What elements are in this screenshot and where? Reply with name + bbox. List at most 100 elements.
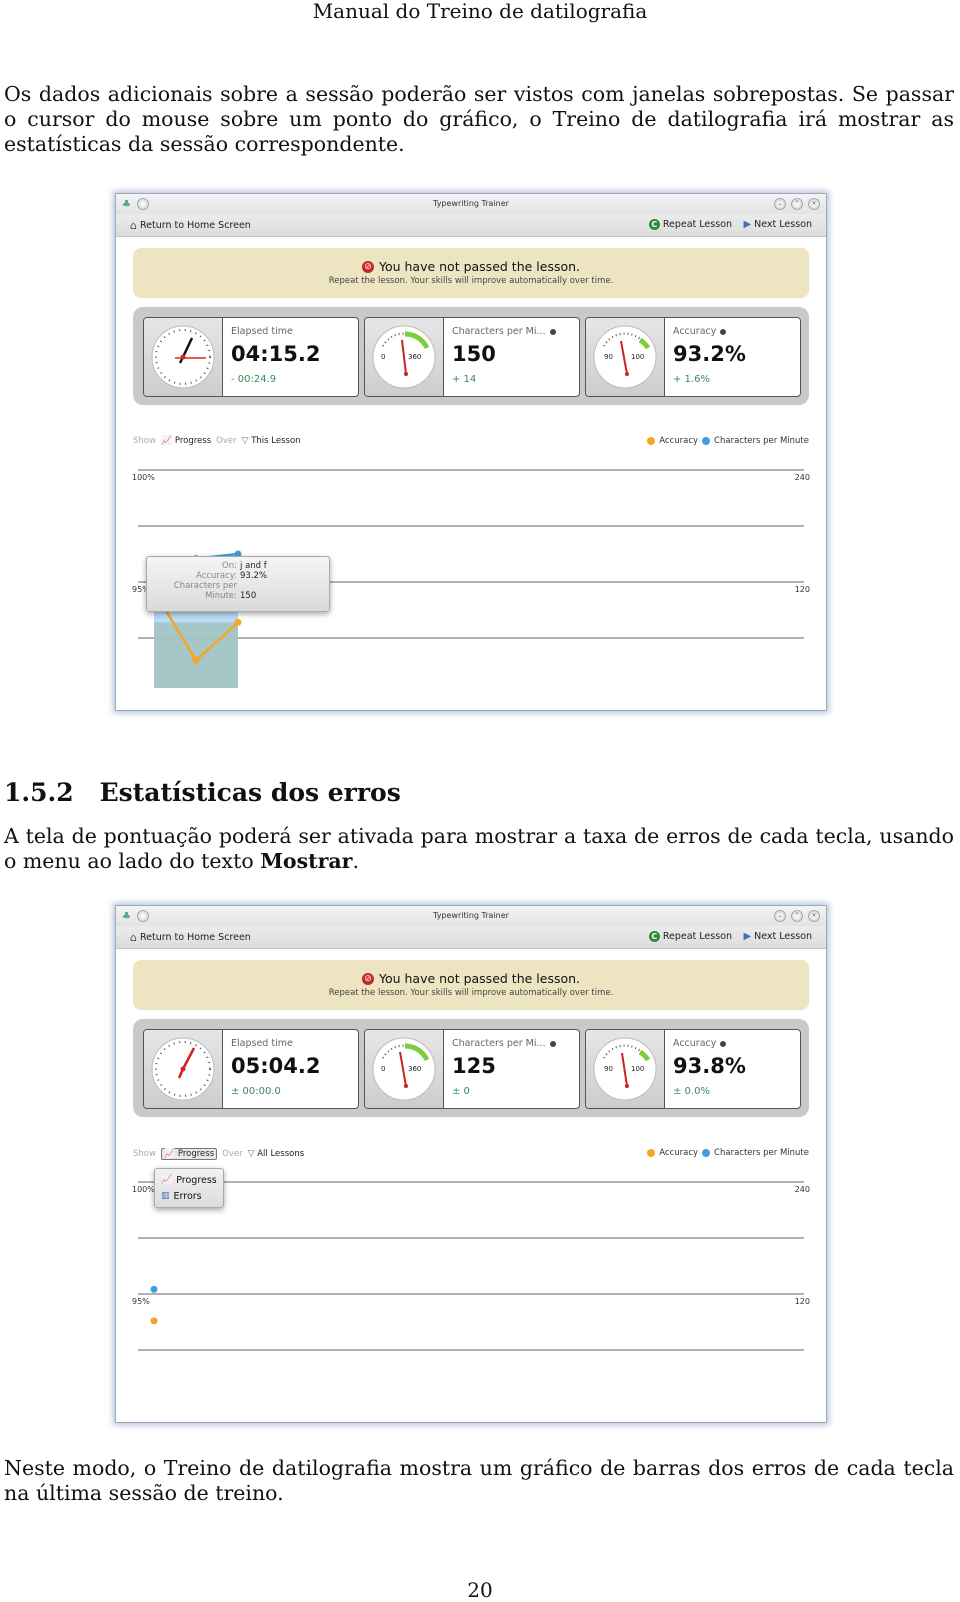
next-icon: ▶	[743, 219, 752, 230]
over-label: Over	[216, 436, 237, 446]
menu-item-errors[interactable]: ▥ Errors	[161, 1188, 217, 1204]
accuracy-gauge-icon: 90 100	[586, 1030, 665, 1108]
title-bar: ♣ Typewriting Trainer ⌄ ⌃ ×	[116, 906, 826, 926]
intro-paragraph: Os dados adicionais sobre a sessão poder…	[4, 82, 954, 156]
mode-select[interactable]: 📈 Progress	[160, 1148, 218, 1160]
accuracy-series-dot	[720, 328, 727, 335]
scope-select[interactable]: ▽ All Lessons	[248, 1149, 305, 1159]
elapsed-delta: - 00:24.9	[231, 374, 277, 385]
svg-text:100: 100	[631, 1065, 644, 1073]
legend-accuracy-dot	[647, 437, 656, 445]
banner-subtitle: Repeat the lesson. Your skills will impr…	[328, 988, 614, 998]
cpm-value: 150	[452, 342, 496, 366]
return-home-label: Return to Home Screen	[139, 932, 251, 943]
tooltip-accuracy-label: Accuracy:	[195, 571, 237, 581]
cpm-delta: ± 0	[452, 1086, 470, 1097]
close-button[interactable]: ×	[808, 910, 820, 922]
title-bar: ♣ Typewriting Trainer ⌄ ⌃ ×	[116, 194, 826, 214]
accuracy-label: Accuracy	[673, 326, 717, 337]
result-banner: ⊘ You have not passed the lesson. Repeat …	[133, 960, 809, 1010]
banner-subtitle: Repeat the lesson. Your skills will impr…	[328, 276, 614, 286]
left-tick-label: 100%	[132, 1185, 155, 1194]
banner-title: You have not passed the lesson.	[378, 971, 581, 986]
not-passed-icon: ⊘	[361, 972, 374, 985]
svg-text:100: 100	[631, 353, 644, 361]
return-home-button[interactable]: ⌂ Return to Home Screen	[130, 931, 251, 944]
legend-cpm-dot	[702, 437, 711, 445]
accuracy-point	[150, 1317, 158, 1325]
minimize-button[interactable]: ⌄	[774, 910, 786, 922]
mostrar-term: Mostrar	[260, 849, 353, 873]
mode-value: Progress	[177, 1149, 215, 1159]
scope-value: This Lesson	[251, 436, 301, 446]
repeat-lesson-label: Repeat Lesson	[662, 931, 732, 942]
cpm-label: Characters per Mi...	[452, 1038, 546, 1049]
elapsed-label: Elapsed time	[231, 326, 293, 337]
legend-cpm-dot	[702, 1149, 711, 1157]
cpm-series-dot	[549, 328, 556, 335]
not-passed-icon: ⊘	[361, 260, 374, 273]
accuracy-card: 90 100 Accuracy 93.2% + 1.6%	[585, 317, 801, 397]
repeat-lesson-button[interactable]: C Repeat Lesson	[648, 219, 732, 230]
speed-gauge-icon: 0 360	[365, 318, 444, 396]
progress-chart-icon: 📈	[161, 1175, 173, 1185]
scope-select[interactable]: ▽ This Lesson	[242, 436, 301, 446]
svg-text:0: 0	[381, 353, 385, 361]
return-home-label: Return to Home Screen	[139, 220, 251, 231]
repeat-icon: C	[648, 931, 660, 942]
progress-chart-icon: 📈	[160, 436, 173, 446]
stats-panel: Elapsed time 05:04.2 ± 00:00.0 0 360 Char…	[133, 1019, 809, 1117]
chart-controls: Show 📈 Progress Over ▽ All Lessons Accur…	[133, 1148, 809, 1164]
speed-gauge-icon: 0 360	[365, 1030, 444, 1108]
window-title: Typewriting Trainer	[433, 911, 509, 920]
bar-chart-icon: ▥	[161, 1191, 170, 1201]
svg-text:360: 360	[408, 1065, 421, 1073]
section-title: Estatísticas dos erros	[99, 778, 401, 807]
accuracy-label: Accuracy	[673, 1038, 717, 1049]
maximize-button[interactable]: ⌃	[791, 910, 803, 922]
stats-panel: Elapsed time 04:15.2 - 00:24.9 0 360 Char…	[133, 307, 809, 405]
app-window-2: ♣ Typewriting Trainer ⌄ ⌃ × ⌂ Return to H…	[115, 905, 827, 1423]
legend-cpm: Characters per Minute	[714, 1148, 809, 1158]
menu-item-progress[interactable]: 📈 Progress	[161, 1172, 217, 1188]
legend-accuracy: Accuracy	[659, 436, 699, 446]
mode-select[interactable]: 📈 Progress	[161, 436, 211, 446]
legend-accuracy: Accuracy	[659, 1148, 699, 1158]
running-head: Manual do Treino de datilografia	[312, 0, 648, 23]
section-paragraph-end: .	[352, 849, 359, 873]
cpm-value: 125	[452, 1054, 496, 1078]
repeat-lesson-button[interactable]: C Repeat Lesson	[648, 931, 732, 942]
maximize-button[interactable]: ⌃	[791, 198, 803, 210]
accuracy-card: 90 100 Accuracy 93.8% ± 0.0%	[585, 1029, 801, 1109]
legend-accuracy-dot	[647, 1149, 656, 1157]
minimize-button[interactable]: ⌄	[774, 198, 786, 210]
accuracy-delta: ± 0.0%	[673, 1086, 710, 1097]
accuracy-value: 93.8%	[673, 1054, 746, 1078]
next-lesson-label: Next Lesson	[754, 931, 812, 942]
page-number: 20	[467, 1578, 493, 1602]
cpm-point	[150, 1285, 158, 1293]
progress-chart-2: 100% 95% 240 120	[126, 1172, 816, 1402]
svg-text:90: 90	[604, 1065, 613, 1073]
accuracy-value: 93.2%	[673, 342, 746, 366]
svg-text:0: 0	[381, 1065, 385, 1073]
section-paragraph-text: A tela de pontuação poderá ser ativada p…	[4, 824, 954, 873]
banner-title: You have not passed the lesson.	[378, 259, 581, 274]
next-lesson-button[interactable]: ▶ Next Lesson	[743, 931, 812, 942]
elapsed-label: Elapsed time	[231, 1038, 293, 1049]
clock-icon	[144, 1030, 223, 1108]
return-home-button[interactable]: ⌂ Return to Home Screen	[130, 219, 251, 232]
app-window-1: ♣ Typewriting Trainer ⌄ ⌃ × ⌂ Return to H…	[115, 193, 827, 711]
tooltip-accuracy-value: 93.2%	[240, 571, 268, 581]
toolbar: ⌂ Return to Home Screen C Repeat Lesson ▶ N…	[116, 214, 826, 237]
right-tick-label: 120	[795, 1297, 810, 1306]
tooltip-cpm-label-1: Characters per	[173, 581, 237, 591]
next-lesson-label: Next Lesson	[754, 219, 812, 230]
right-tick-label: 240	[795, 473, 810, 482]
next-lesson-button[interactable]: ▶ Next Lesson	[743, 219, 812, 230]
cpm-card: 0 360 Characters per Mi... 125 ± 0	[364, 1029, 580, 1109]
repeat-icon: C	[648, 219, 660, 230]
close-button[interactable]: ×	[808, 198, 820, 210]
left-tick-label: 100%	[132, 473, 155, 482]
repeat-lesson-label: Repeat Lesson	[662, 219, 732, 230]
